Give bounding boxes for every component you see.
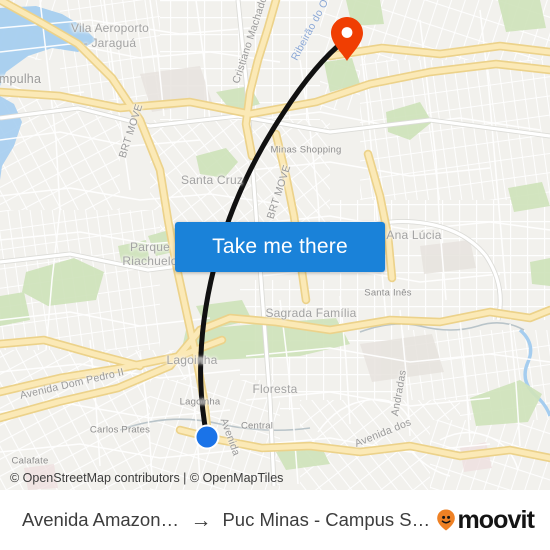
map-label: Minas Shopping	[270, 144, 342, 156]
attribution-text: © OpenStreetMap contributors | © OpenMap…	[10, 471, 284, 485]
route-summary-bar: Avenida Amazonas ... → Puc Minas - Campu…	[0, 490, 550, 550]
origin-label: Avenida Amazonas ...	[22, 509, 181, 530]
map-label: mpulha	[0, 72, 42, 86]
moovit-logo: moovit	[436, 505, 542, 534]
map-label: Floresta	[252, 382, 298, 396]
map-label: Santa Cruz	[180, 173, 244, 187]
moovit-pin-icon	[436, 508, 456, 532]
map-label: Central	[240, 420, 274, 432]
map-label: Lagoinha	[166, 353, 218, 367]
map-label: Parque	[130, 240, 170, 254]
map-label: Calafate	[11, 455, 49, 467]
take-me-there-button[interactable]: Take me there	[175, 222, 385, 272]
map-label: - Jaraguá	[83, 36, 137, 50]
map-label: Lagoinha	[179, 396, 221, 408]
map-label: Carlos Prates	[89, 424, 151, 436]
destination-label: Puc Minas - Campus São Ga...	[222, 509, 436, 530]
map-label: Santa Inês	[364, 287, 412, 299]
arrow-icon: →	[190, 508, 212, 532]
map-label: Riachuelo	[122, 254, 178, 268]
map-label: Sagrada Família	[265, 306, 357, 320]
moovit-route-map-screen: Vila Aeroporto - Jaraguá mpulha Cristiano M…	[0, 0, 550, 550]
moovit-wordmark: moovit	[457, 505, 534, 534]
map-label: Ana Lúcia	[386, 228, 442, 242]
map-label: Vila Aeroporto	[71, 21, 149, 35]
map-attribution: © OpenStreetMap contributors | © OpenMap…	[0, 467, 550, 490]
